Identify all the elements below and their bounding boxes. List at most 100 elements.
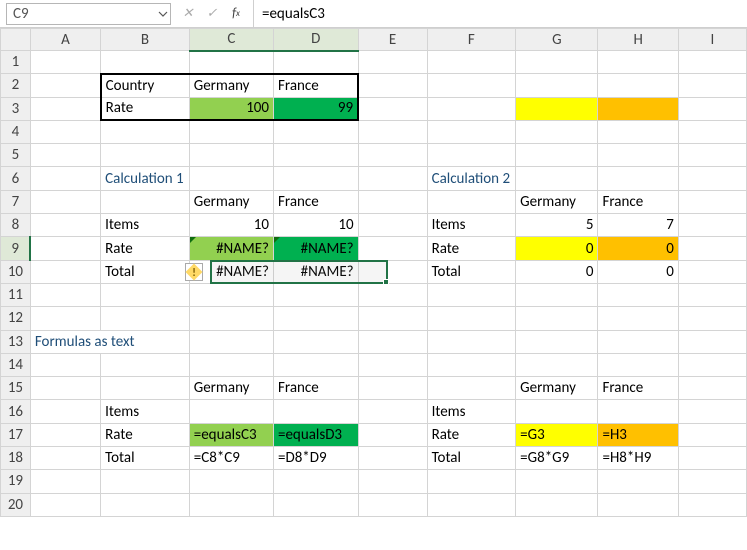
- cell-a13[interactable]: Formulas as text: [30, 330, 189, 353]
- row-header-11[interactable]: 11: [1, 283, 31, 306]
- cell[interactable]: [358, 260, 427, 283]
- cell[interactable]: [101, 144, 190, 167]
- cell-g7[interactable]: Germany: [516, 190, 598, 213]
- cell[interactable]: [274, 51, 359, 74]
- cell[interactable]: [358, 190, 427, 213]
- cell[interactable]: [101, 353, 190, 376]
- cell[interactable]: [678, 400, 746, 423]
- cell[interactable]: [358, 167, 427, 190]
- cell[interactable]: [30, 353, 100, 376]
- name-box-input[interactable]: [7, 5, 156, 23]
- cell[interactable]: [101, 377, 190, 400]
- cell[interactable]: [358, 283, 427, 306]
- cell[interactable]: [274, 470, 359, 493]
- cell[interactable]: [189, 167, 273, 190]
- cell[interactable]: [598, 167, 678, 190]
- cell[interactable]: [427, 97, 516, 120]
- cell[interactable]: [30, 97, 100, 120]
- cell[interactable]: [189, 353, 273, 376]
- row-header-20[interactable]: 20: [1, 493, 31, 516]
- cell[interactable]: [678, 470, 746, 493]
- cell[interactable]: [101, 283, 190, 306]
- row-header-14[interactable]: 14: [1, 353, 31, 376]
- cell-h18[interactable]: =H8*H9: [598, 447, 678, 470]
- cell[interactable]: [189, 144, 273, 167]
- cell-h3[interactable]: [598, 97, 678, 120]
- cell[interactable]: [516, 51, 598, 74]
- cell[interactable]: [274, 353, 359, 376]
- cell[interactable]: [30, 167, 100, 190]
- cell-h9[interactable]: 0: [598, 237, 678, 260]
- col-header-b[interactable]: B: [101, 29, 190, 51]
- cell-h7[interactable]: France: [598, 190, 678, 213]
- row-header-1[interactable]: 1: [1, 51, 31, 74]
- cell[interactable]: [101, 51, 190, 74]
- cell[interactable]: [358, 423, 427, 446]
- cell[interactable]: [358, 97, 427, 120]
- cell[interactable]: [516, 470, 598, 493]
- col-header-c[interactable]: C: [189, 29, 273, 51]
- cell-c2[interactable]: Germany: [189, 74, 273, 97]
- col-header-h[interactable]: H: [598, 29, 678, 51]
- cell-h8[interactable]: 7: [598, 214, 678, 237]
- chevron-down-icon[interactable]: [156, 11, 170, 17]
- cell[interactable]: [678, 237, 746, 260]
- cell[interactable]: [30, 447, 100, 470]
- cell-f9[interactable]: Rate: [427, 237, 516, 260]
- cell[interactable]: [516, 120, 598, 143]
- cell[interactable]: [598, 353, 678, 376]
- cell-c15[interactable]: Germany: [189, 377, 273, 400]
- cell[interactable]: [678, 377, 746, 400]
- row-header-3[interactable]: 3: [1, 97, 31, 120]
- cell-f17[interactable]: Rate: [427, 423, 516, 446]
- cell-d17[interactable]: =equalsD3: [274, 423, 359, 446]
- cell-c8[interactable]: 10: [189, 214, 273, 237]
- cell[interactable]: [358, 144, 427, 167]
- col-header-a[interactable]: A: [30, 29, 100, 51]
- cell-c9[interactable]: #NAME?: [189, 237, 273, 260]
- row-header-7[interactable]: 7: [1, 190, 31, 213]
- col-header-f[interactable]: F: [427, 29, 516, 51]
- cell-c18[interactable]: =C8*C9: [189, 447, 273, 470]
- cell[interactable]: [189, 51, 273, 74]
- cell[interactable]: [274, 400, 359, 423]
- cell-h17[interactable]: =H3: [598, 423, 678, 446]
- row-header-6[interactable]: 6: [1, 167, 31, 190]
- formula-bar[interactable]: [253, 0, 747, 27]
- cell[interactable]: [678, 447, 746, 470]
- cell-b9[interactable]: Rate: [101, 237, 190, 260]
- cell[interactable]: [274, 144, 359, 167]
- cell[interactable]: [101, 470, 190, 493]
- cell-b3[interactable]: Rate: [101, 97, 190, 120]
- cell-b17[interactable]: Rate: [101, 423, 190, 446]
- cell[interactable]: [30, 470, 100, 493]
- cell[interactable]: [274, 307, 359, 330]
- cell[interactable]: [30, 144, 100, 167]
- cell[interactable]: [598, 470, 678, 493]
- cell[interactable]: [678, 307, 746, 330]
- cell-b8[interactable]: Items: [101, 214, 190, 237]
- cell[interactable]: [274, 120, 359, 143]
- cell[interactable]: [274, 330, 359, 353]
- cell[interactable]: [427, 493, 516, 516]
- cell-b6[interactable]: Calculation 1: [101, 167, 190, 190]
- row-header-4[interactable]: 4: [1, 120, 31, 143]
- cell[interactable]: [678, 214, 746, 237]
- cell[interactable]: [598, 493, 678, 516]
- cell[interactable]: [427, 307, 516, 330]
- cell[interactable]: [427, 120, 516, 143]
- error-smart-tag-icon[interactable]: !: [185, 263, 203, 281]
- cell[interactable]: [516, 283, 598, 306]
- cell[interactable]: [30, 51, 100, 74]
- cell-g3[interactable]: [516, 97, 598, 120]
- cell-d10[interactable]: #NAME?: [274, 260, 359, 283]
- row-header-19[interactable]: 19: [1, 470, 31, 493]
- cell[interactable]: [427, 330, 516, 353]
- cell[interactable]: [678, 330, 746, 353]
- cell[interactable]: [427, 190, 516, 213]
- cell[interactable]: [358, 493, 427, 516]
- cell-b18[interactable]: Total: [101, 447, 190, 470]
- cell[interactable]: [30, 237, 100, 260]
- cell[interactable]: [598, 144, 678, 167]
- row-header-9[interactable]: 9: [1, 237, 31, 260]
